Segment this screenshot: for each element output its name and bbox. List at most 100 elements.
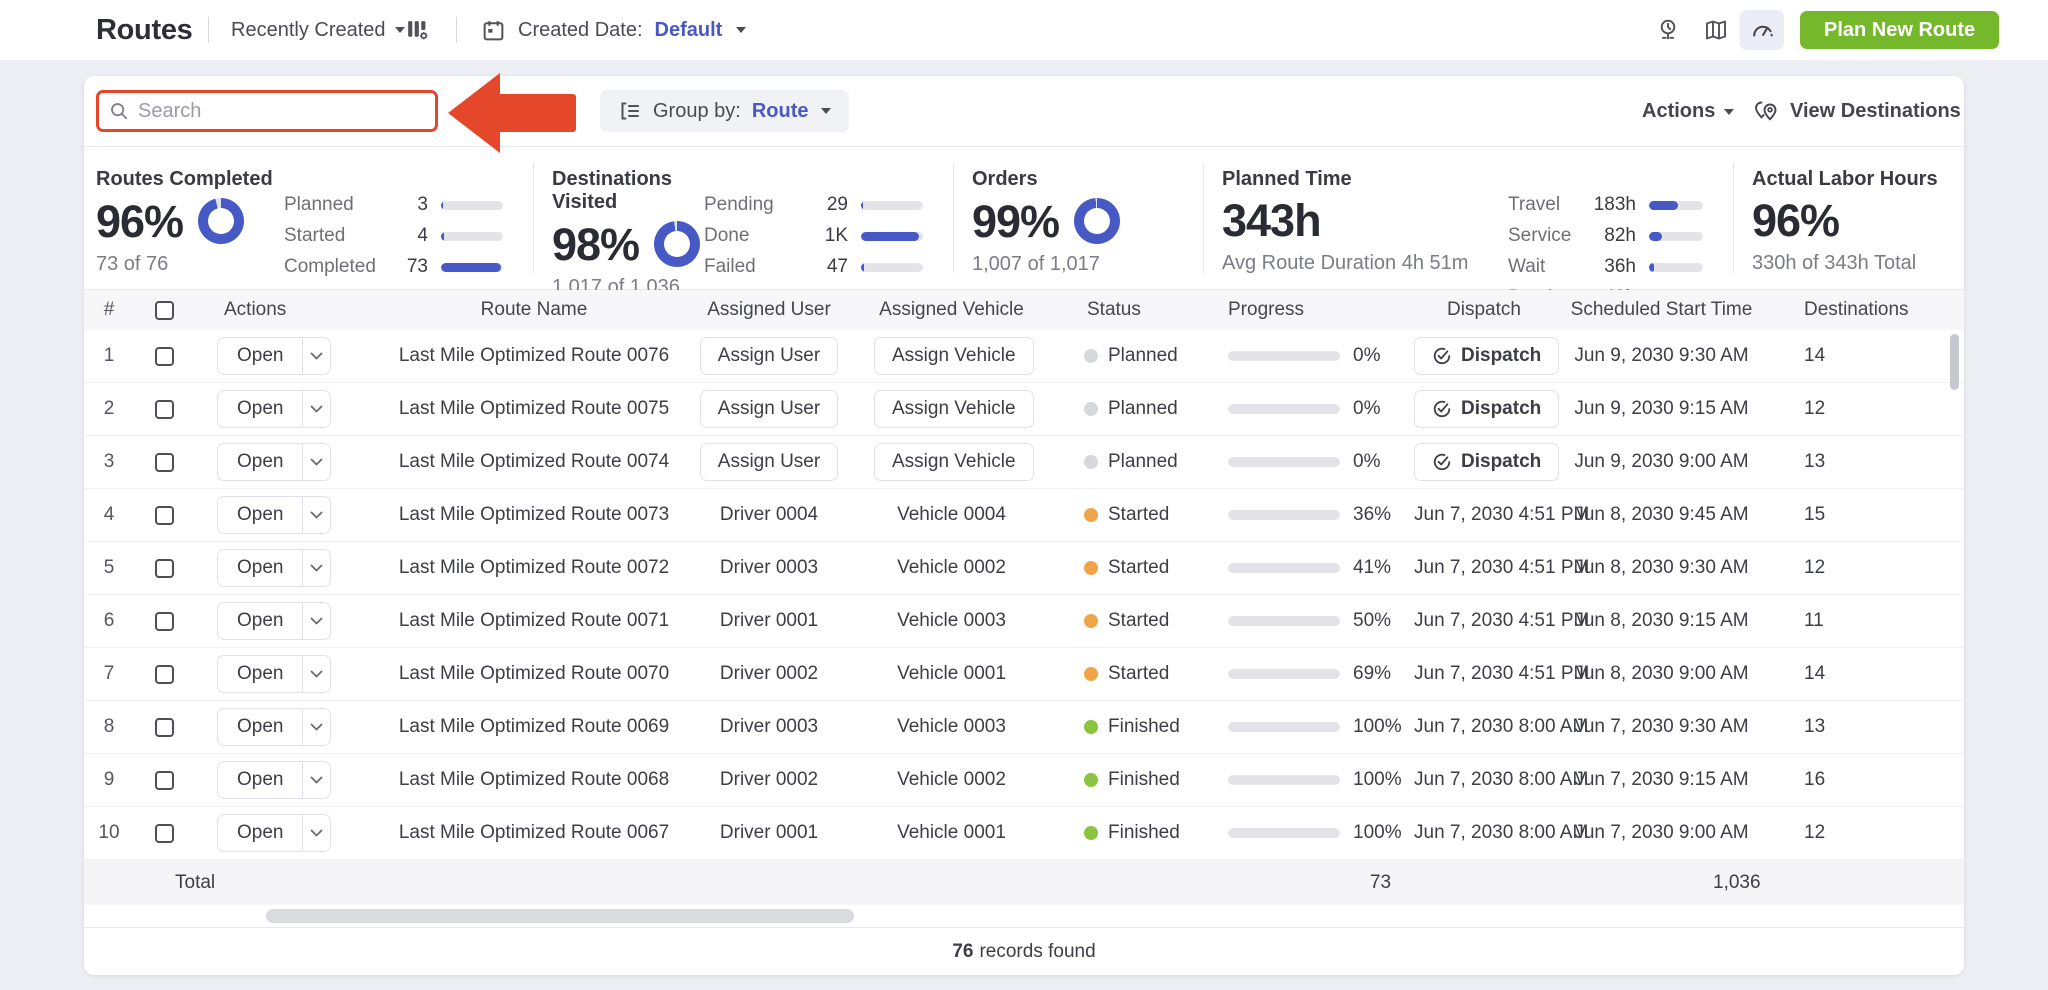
open-caret-button[interactable] — [302, 603, 330, 639]
plan-new-route-button[interactable]: Plan New Route — [1800, 11, 1999, 49]
assign-vehicle-button[interactable]: Assign Vehicle — [874, 390, 1034, 428]
customize-columns-button[interactable] — [404, 0, 431, 60]
scheduled-start-time: Jun 9, 2030 9:30 AM — [1554, 345, 1754, 367]
progress-bar — [1228, 775, 1340, 785]
row-checkbox[interactable] — [155, 665, 174, 684]
open-caret-button[interactable] — [302, 815, 330, 851]
chevron-down-icon — [310, 617, 323, 625]
assign-user-button[interactable]: Assign User — [700, 337, 838, 375]
dispatch-button[interactable]: Dispatch — [1414, 443, 1559, 481]
status-dot — [1084, 720, 1098, 734]
status-label: Started — [1108, 504, 1169, 526]
scheduled-start-time: Jun 7, 2030 9:30 AM — [1554, 716, 1754, 738]
open-button[interactable]: Open — [218, 762, 302, 798]
legend-row: Failed 47 — [704, 256, 923, 278]
open-caret-button[interactable] — [302, 656, 330, 692]
assign-vehicle-button[interactable]: Assign Vehicle — [874, 443, 1034, 481]
chevron-down-icon — [310, 511, 323, 519]
open-caret-button[interactable] — [302, 709, 330, 745]
col-header-progress: Progress — [1179, 299, 1389, 321]
stat-subtitle: 1,007 of 1,017 — [972, 253, 1120, 276]
open-caret-button[interactable] — [302, 391, 330, 427]
donut-chart — [654, 221, 700, 267]
sort-dropdown[interactable]: Recently Created — [231, 0, 405, 60]
open-button[interactable]: Open — [218, 338, 302, 374]
table-header: # Actions Route Name Assigned User Assig… — [84, 290, 1964, 330]
col-header-destinations: Destinations — [1754, 299, 1964, 321]
divider — [456, 17, 457, 43]
destinations-pins-icon — [1752, 99, 1780, 125]
gauge-icon — [1749, 17, 1776, 44]
view-destinations-button[interactable]: View Destinations — [1752, 76, 1961, 147]
row-checkbox[interactable] — [155, 824, 174, 843]
divider — [208, 17, 209, 43]
legend-value: 183h — [1584, 194, 1636, 216]
status-label: Finished — [1108, 716, 1180, 738]
legend-label: Done — [704, 225, 808, 247]
created-date-filter[interactable]: Created Date:Default — [481, 0, 746, 60]
stat-legend: Travel 183h Service 82h Wait 36h Breaks … — [1508, 168, 1733, 289]
row-checkbox[interactable] — [155, 718, 174, 737]
row-checkbox[interactable] — [155, 612, 174, 631]
open-button[interactable]: Open — [218, 391, 302, 427]
destinations-count: 12 — [1754, 822, 1964, 844]
legend-value: 3 — [388, 194, 428, 216]
legend-bar — [861, 201, 923, 210]
open-button[interactable]: Open — [218, 444, 302, 480]
dispatch-check-icon — [1432, 399, 1452, 419]
route-name: Last Mile Optimized Route 0067 — [354, 822, 684, 844]
open-button[interactable]: Open — [218, 656, 302, 692]
row-checkbox[interactable] — [155, 400, 174, 419]
card-toolbar: Group by:Route Actions View Destinations — [84, 76, 1964, 147]
route-name: Last Mile Optimized Route 0076 — [354, 345, 684, 367]
assign-user-button[interactable]: Assign User — [700, 390, 838, 428]
row-checkbox[interactable] — [155, 559, 174, 578]
assigned-vehicle-text: Vehicle 0001 — [897, 822, 1006, 843]
open-caret-button[interactable] — [302, 338, 330, 374]
route-name: Last Mile Optimized Route 0069 — [354, 716, 684, 738]
open-split-button: Open — [217, 708, 331, 746]
route-name: Last Mile Optimized Route 0068 — [354, 769, 684, 791]
open-caret-button[interactable] — [302, 497, 330, 533]
row-checkbox[interactable] — [155, 453, 174, 472]
row-number: 6 — [84, 610, 134, 632]
actions-dropdown[interactable]: Actions — [1642, 76, 1734, 147]
row-checkbox[interactable] — [155, 506, 174, 525]
open-button[interactable]: Open — [218, 550, 302, 586]
table-row: 10 Open Last Mile Optimized Route 0067 D… — [84, 807, 1964, 860]
stat-title: Planned Time — [1222, 168, 1468, 191]
history-clock-button[interactable] — [1646, 10, 1690, 50]
assigned-user-text: Driver 0001 — [720, 822, 818, 843]
open-caret-button[interactable] — [302, 550, 330, 586]
row-checkbox[interactable] — [155, 347, 174, 366]
legend-row: Wait 36h — [1508, 256, 1703, 278]
calendar-icon — [481, 18, 506, 43]
horizontal-scrollbar[interactable] — [266, 909, 854, 923]
progress-label: 0% — [1353, 451, 1380, 473]
dispatch-button[interactable]: Dispatch — [1414, 337, 1559, 375]
legend-value: 4 — [388, 225, 428, 247]
row-checkbox[interactable] — [155, 771, 174, 790]
legend-label: Completed — [284, 256, 388, 278]
scheduled-start-time: Jun 8, 2030 9:30 AM — [1554, 557, 1754, 579]
select-all-checkbox[interactable] — [155, 301, 174, 320]
open-button[interactable]: Open — [218, 709, 302, 745]
search-icon — [109, 100, 129, 122]
scheduled-start-time: Jun 9, 2030 9:15 AM — [1554, 398, 1754, 420]
assign-user-button[interactable]: Assign User — [700, 443, 838, 481]
assign-vehicle-button[interactable]: Assign Vehicle — [874, 337, 1034, 375]
search-input[interactable] — [138, 100, 425, 123]
vertical-scrollbar[interactable] — [1950, 334, 1959, 390]
open-button[interactable]: Open — [218, 815, 302, 851]
legend-value: 73 — [388, 256, 428, 278]
open-caret-button[interactable] — [302, 444, 330, 480]
open-button[interactable]: Open — [218, 497, 302, 533]
group-by-dropdown[interactable]: Group by:Route — [600, 90, 849, 132]
status-label: Started — [1108, 663, 1169, 685]
destinations-count: 16 — [1754, 769, 1964, 791]
open-button[interactable]: Open — [218, 603, 302, 639]
map-view-button[interactable] — [1694, 10, 1738, 50]
dashboard-gauge-button[interactable] — [1740, 10, 1784, 50]
open-caret-button[interactable] — [302, 762, 330, 798]
dispatch-button[interactable]: Dispatch — [1414, 390, 1559, 428]
